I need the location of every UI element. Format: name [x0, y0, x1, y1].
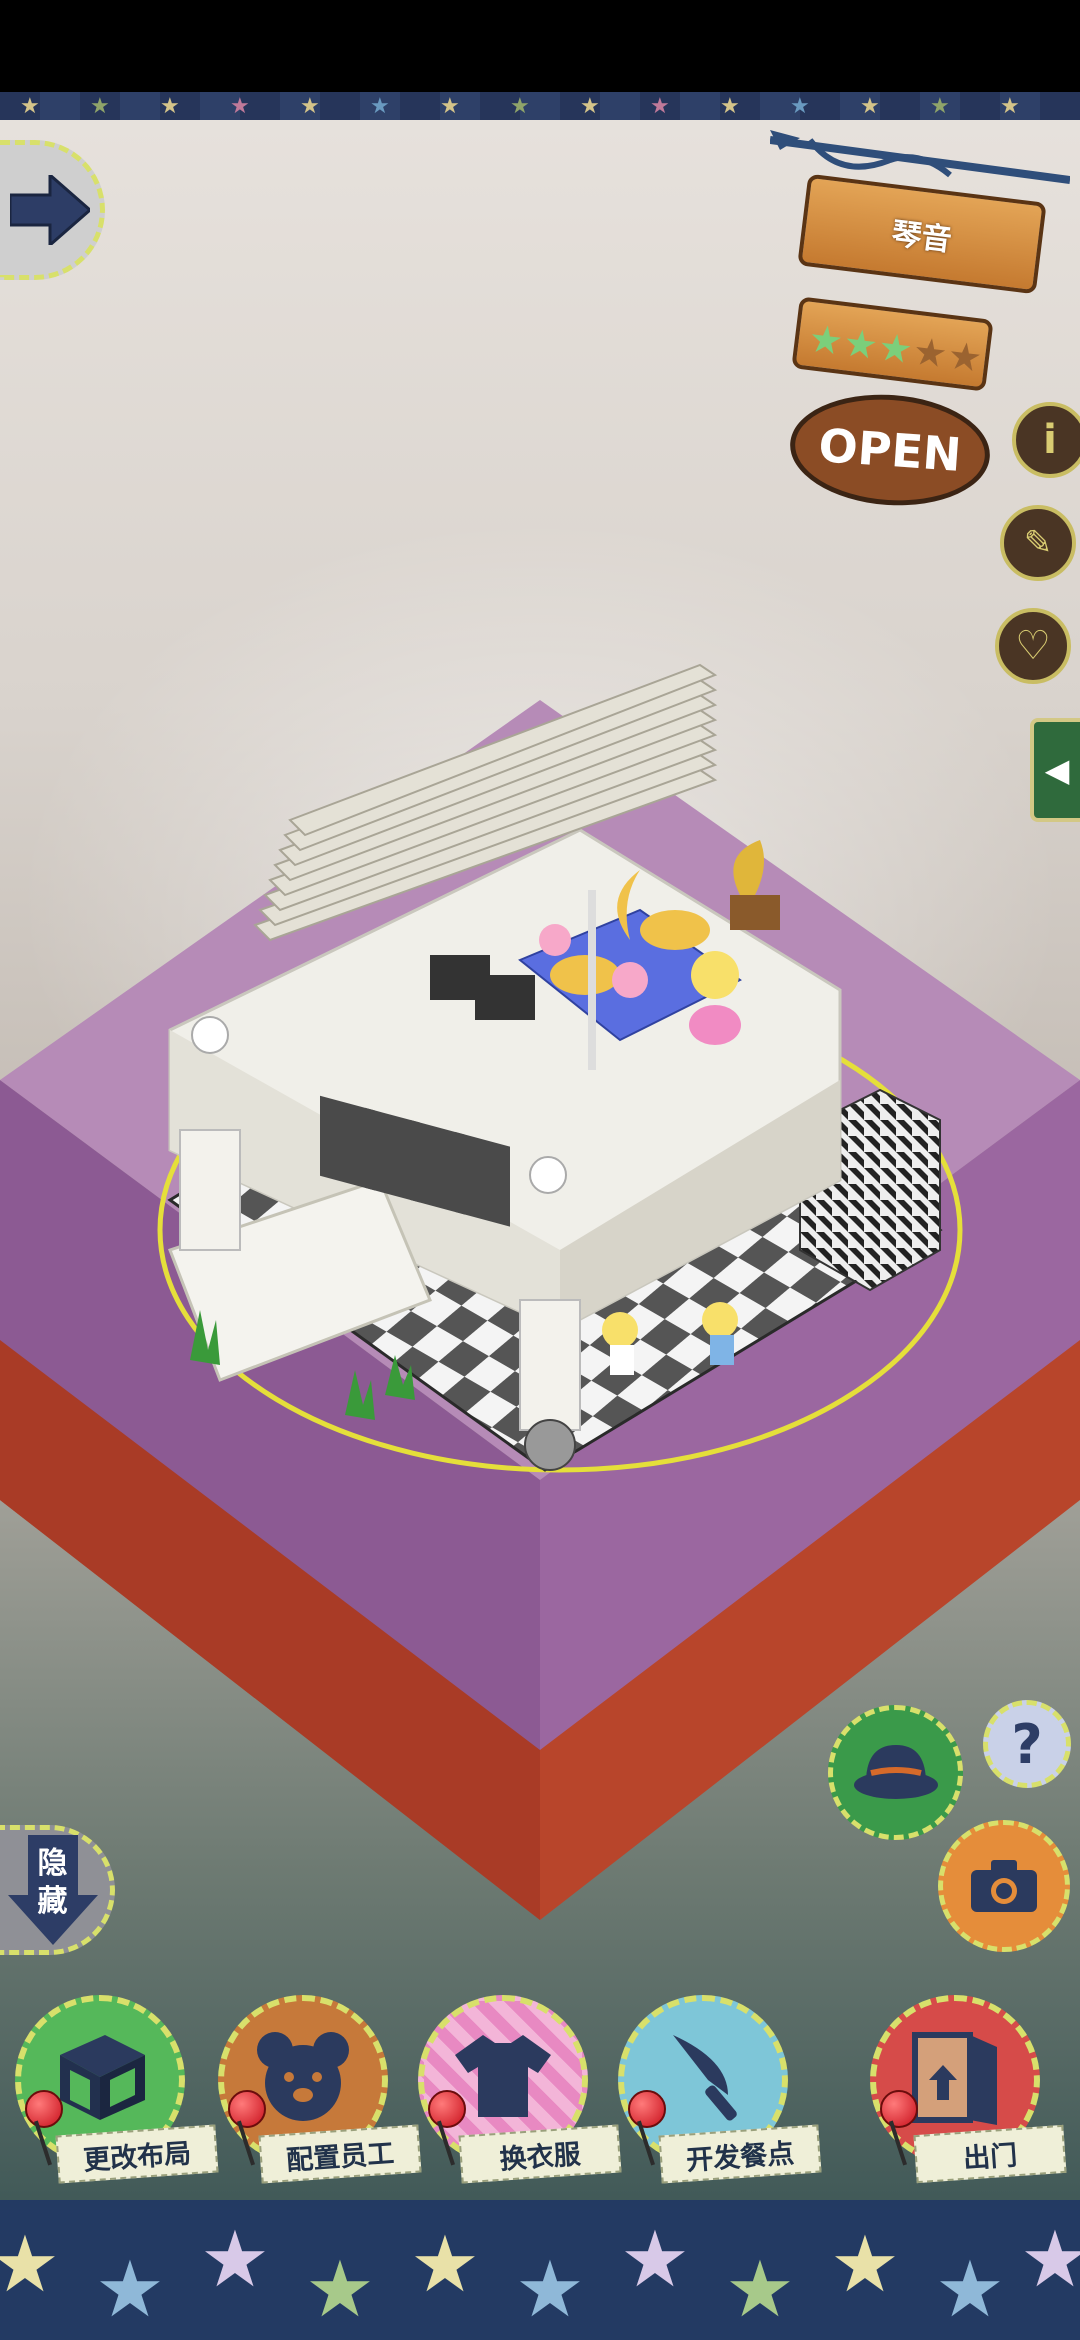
customer-character — [612, 962, 648, 998]
camera-button[interactable] — [938, 1820, 1070, 1952]
pillar — [179, 1129, 241, 1251]
exit-door-icon — [905, 2025, 1005, 2125]
pin-icon — [228, 2090, 266, 2128]
shop-name: 琴音 — [889, 216, 954, 259]
assign-staff-button[interactable]: 配置员工 — [218, 1995, 422, 2184]
question-icon: ? — [1011, 1712, 1043, 1776]
piano-black-key — [455, 1131, 510, 1227]
hat-button[interactable] — [828, 1705, 963, 1840]
game-screen: ★ ★ ★ ★ ★ ★ ★ ★ ★ ★ ★ ★ ★ ★ ★ 琴音 ★ ★ ★ ★… — [0, 0, 1080, 2340]
rating-star-empty: ★ — [945, 333, 985, 381]
side-panel-tab[interactable]: ◀ — [1030, 718, 1080, 822]
info-button[interactable]: i — [1012, 402, 1080, 478]
change-clothes-button[interactable]: 换衣服 — [418, 1995, 622, 2184]
hat-icon — [853, 1744, 938, 1799]
pillar — [519, 1299, 581, 1431]
pin-icon — [428, 2090, 466, 2128]
heart-icon: ♡ — [1015, 623, 1051, 669]
rating-star-filled: ★ — [841, 320, 881, 369]
disco-ball — [524, 1419, 576, 1471]
hide-label-line2: 藏 — [37, 1884, 68, 1919]
shop-name-board: 琴音 — [797, 173, 1047, 295]
rating-star-empty: ★ — [910, 328, 950, 377]
recipe-book-button[interactable]: ✎ — [1000, 505, 1076, 581]
tshirt-icon — [453, 2025, 553, 2125]
help-button[interactable]: ? — [983, 1700, 1071, 1788]
table-icon — [50, 2025, 150, 2125]
arrow-right-icon — [10, 175, 90, 245]
phonograph — [730, 895, 780, 930]
pin-icon — [25, 2090, 63, 2128]
knife-icon — [653, 2025, 753, 2125]
pin-icon — [628, 2090, 666, 2128]
recipe-book-icon: ✎ — [1023, 523, 1053, 563]
waiter-character — [702, 1302, 738, 1338]
hide-label-line1: 隐 — [37, 1846, 68, 1881]
chevron-left-icon: ◀ — [1044, 751, 1070, 789]
rating-star-filled: ★ — [806, 315, 846, 364]
speaker — [475, 975, 535, 1020]
customer-character — [539, 924, 571, 956]
camera-icon — [971, 1860, 1037, 1912]
change-layout-button[interactable]: 更改布局 — [15, 1995, 219, 2184]
pin-icon — [880, 2090, 918, 2128]
bottom-star-border: ★ ★ ★ ★ ★ ★ ★ ★ ★ ★ ★ — [0, 2200, 1080, 2340]
info-icon: i — [1043, 417, 1057, 463]
develop-dishes-button[interactable]: 开发餐点 — [618, 1995, 822, 2184]
open-status-sign[interactable]: OPEN — [786, 388, 994, 512]
bear-head-icon — [253, 2025, 353, 2125]
shop-rating-board: ★ ★ ★ ★ ★ — [791, 296, 994, 392]
hide-label: 隐 藏 — [8, 1845, 98, 1921]
customer-character — [691, 951, 739, 999]
favorite-button[interactable]: ♡ — [995, 608, 1071, 684]
rating-star-filled: ★ — [875, 324, 916, 373]
go-out-button[interactable]: 出门 — [870, 1995, 1067, 2184]
waiter-character — [602, 1312, 638, 1348]
